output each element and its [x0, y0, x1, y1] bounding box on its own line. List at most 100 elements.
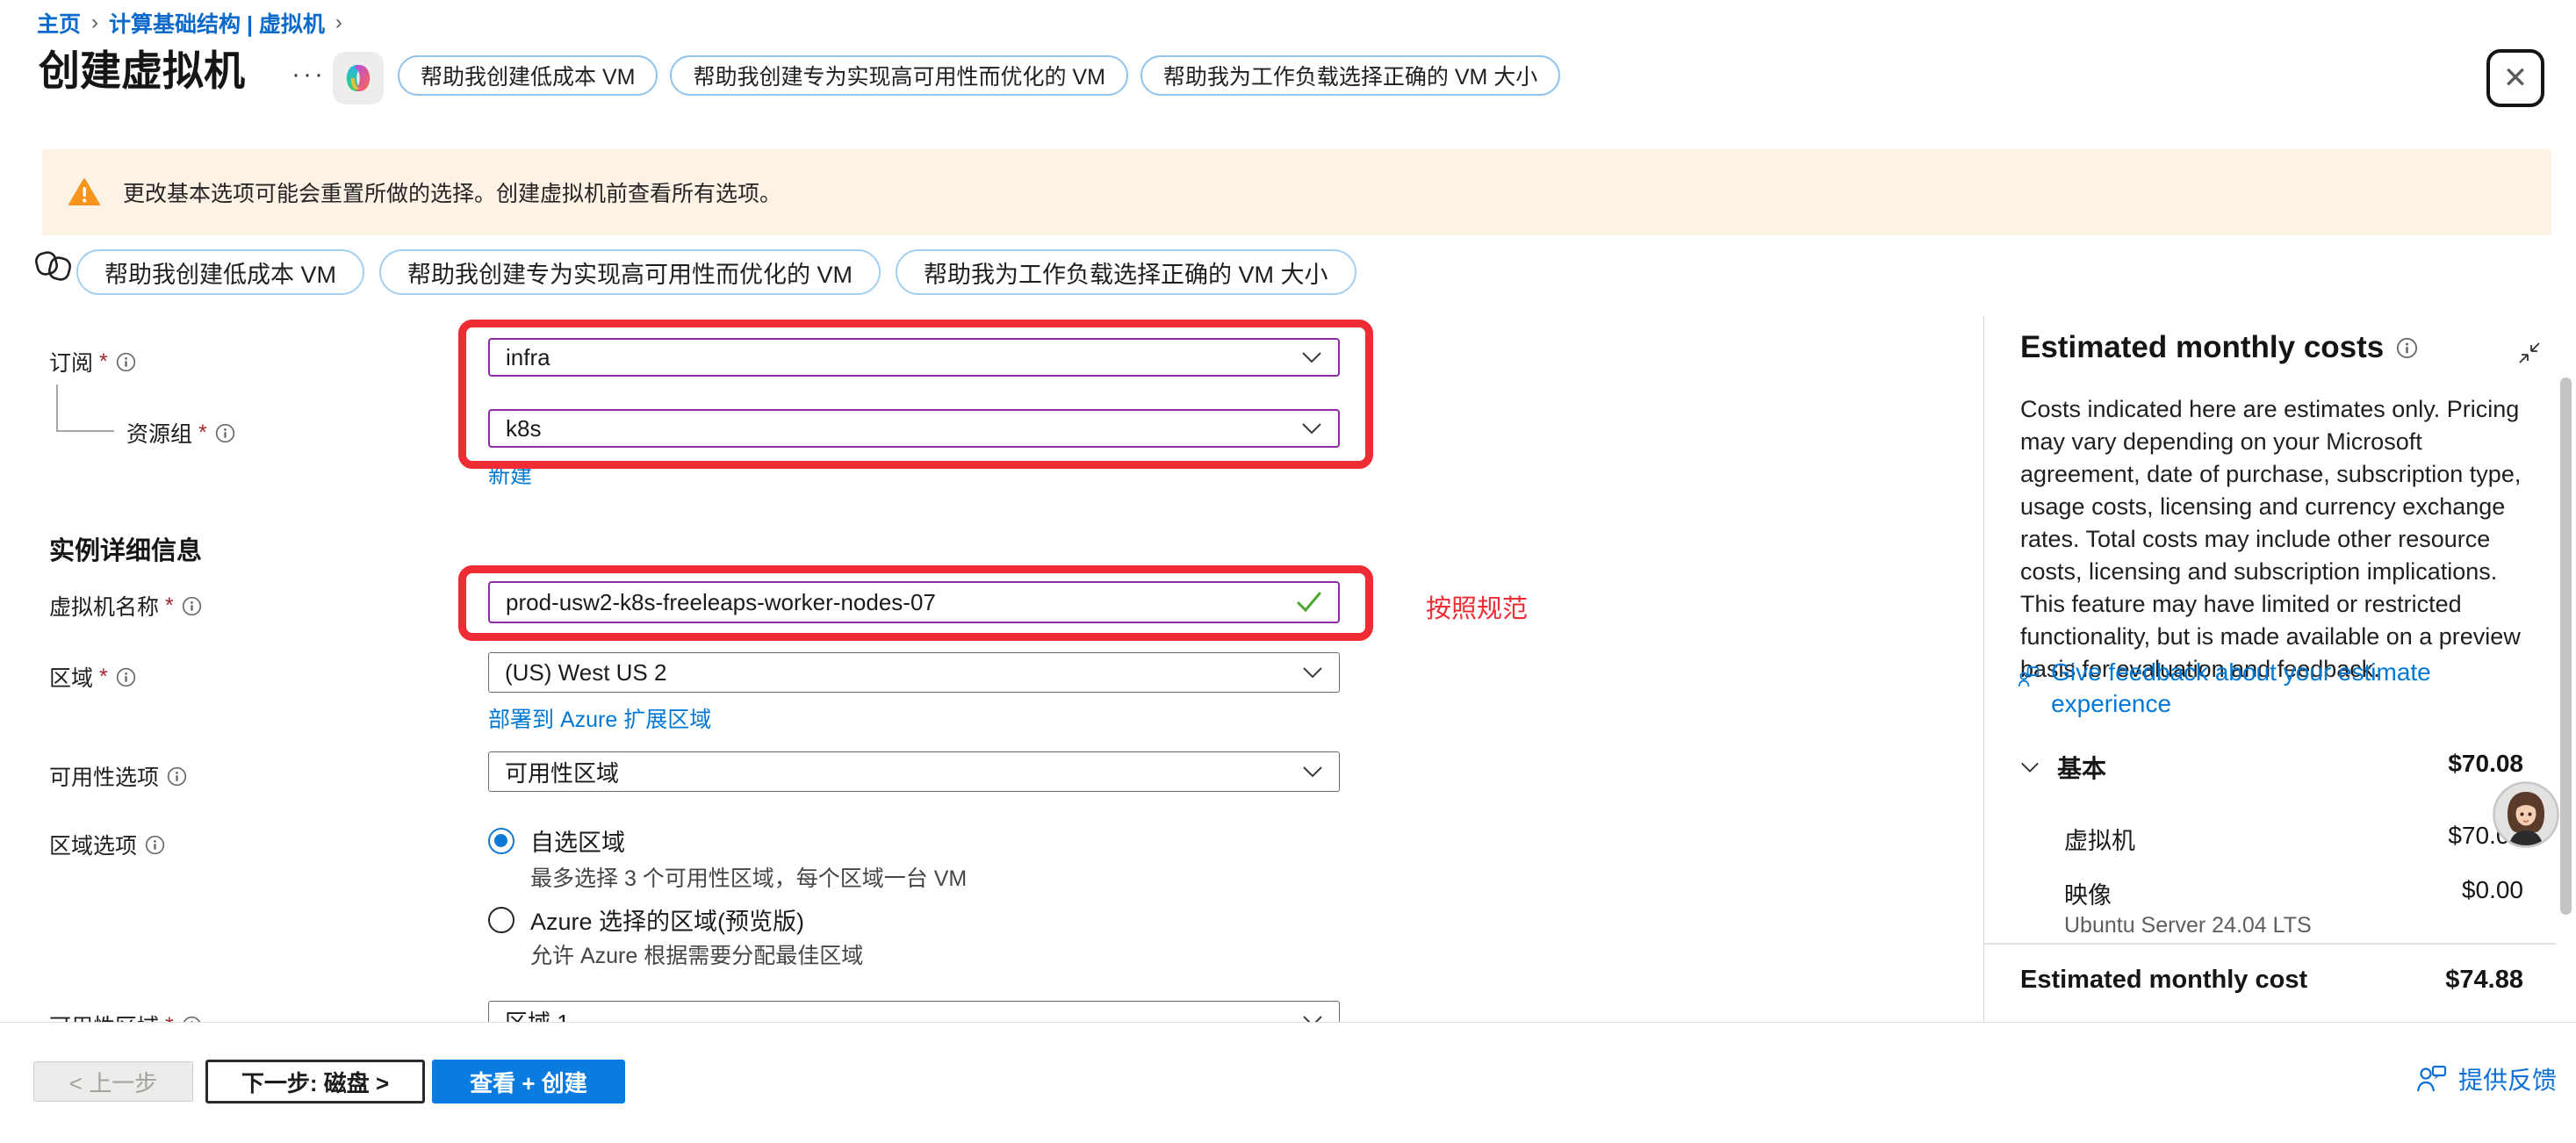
give-feedback-link[interactable]: 提供反馈 — [2416, 1061, 2557, 1096]
info-icon[interactable] — [116, 352, 136, 372]
copilot-suggestions-top: 帮助我创建低成本 VM 帮助我创建专为实现高可用性而优化的 VM 帮助我为工作负… — [398, 55, 1560, 96]
zone-option-self-select-radio[interactable]: 自选区域 — [488, 823, 625, 858]
zone-option1-title: 自选区域 — [530, 823, 625, 858]
availability-options-value: 可用性区域 — [505, 756, 619, 788]
resource-group-label: 资源组* — [126, 417, 235, 449]
copilot-icon — [341, 61, 376, 96]
cost-panel-title: Estimated monthly costs — [2020, 330, 2384, 365]
suggestion-high-availability-vm[interactable]: 帮助我创建专为实现高可用性而优化的 VM — [670, 55, 1127, 96]
main-content: 主页 › 计算基础结构 | 虚拟机 › 创建虚拟机 ··· 帮助我创建低成本 V… — [0, 0, 2576, 1022]
estimate-feedback-text: Give feedback about your estimate experi… — [2051, 657, 2508, 720]
footer-bar: < 上一步 下一步: 磁盘 > 查看 + 创建 提供反馈 — [0, 1022, 2576, 1143]
zone-option2-description: 允许 Azure 根据需要分配最佳区域 — [530, 938, 863, 970]
region-value: (US) West US 2 — [505, 659, 666, 687]
zone-option1-description: 最多选择 3 个可用性区域，每个区域一台 VM — [530, 861, 967, 893]
chevron-down-icon — [1301, 351, 1322, 363]
chevron-down-icon — [2020, 761, 2040, 773]
info-icon[interactable] — [182, 596, 202, 616]
cost-group-label: 基本 — [2057, 750, 2106, 785]
breadcrumb: 主页 › 计算基础结构 | 虚拟机 › — [37, 7, 342, 39]
availability-zone-select[interactable]: 区域 1 — [488, 1001, 1340, 1022]
estimated-costs-panel: Estimated monthly costs Costs indicated … — [1983, 316, 2555, 1022]
review-create-button[interactable]: 查看 + 创建 — [432, 1060, 625, 1103]
valid-check-icon — [1296, 591, 1322, 614]
create-vm-page: 主页 › 计算基础结构 | 虚拟机 › 创建虚拟机 ··· 帮助我创建低成本 V… — [0, 0, 2576, 1143]
cost-item-label: 映像 — [2064, 876, 2112, 910]
give-feedback-text: 提供反馈 — [2458, 1061, 2557, 1096]
required-asterisk: * — [165, 593, 174, 619]
availability-zone-label: 可用性区域 * — [49, 1010, 202, 1022]
vm-name-input[interactable]: prod-usw2-k8s-freeleaps-worker-nodes-07 — [488, 581, 1340, 623]
suggestion-low-cost-vm[interactable]: 帮助我创建低成本 VM — [398, 55, 658, 96]
availability-zone-label-text: 可用性区域 — [49, 1010, 159, 1022]
breadcrumb-section[interactable]: 计算基础结构 | 虚拟机 — [109, 7, 325, 39]
suggestion-high-availability-vm[interactable]: 帮助我创建专为实现高可用性而优化的 VM — [379, 249, 881, 295]
more-menu-button[interactable]: ··· — [291, 60, 326, 90]
info-icon[interactable] — [215, 423, 235, 443]
suggestion-low-cost-vm[interactable]: 帮助我创建低成本 VM — [76, 249, 364, 295]
zone-options-label-text: 区域选项 — [49, 829, 137, 860]
copilot-button[interactable] — [333, 52, 384, 104]
vm-name-label-text: 虚拟机名称 — [49, 590, 159, 622]
availability-options-label-text: 可用性选项 — [49, 760, 159, 792]
chevron-down-icon — [1302, 766, 1323, 778]
warning-icon — [68, 177, 100, 207]
required-asterisk: * — [165, 1013, 174, 1023]
cost-item-label: 虚拟机 — [2064, 822, 2135, 856]
annotation-note: 按照规范 — [1426, 588, 1528, 625]
collapse-panel-icon[interactable] — [2517, 341, 2542, 365]
availability-options-label: 可用性选项 — [49, 760, 187, 792]
region-select[interactable]: (US) West US 2 — [488, 652, 1340, 693]
resource-group-connector — [56, 385, 58, 432]
previous-step-button[interactable]: < 上一步 — [33, 1061, 193, 1102]
suggestion-right-vm-size[interactable]: 帮助我为工作负载选择正确的 VM 大小 — [1140, 55, 1560, 96]
cost-item-amount: $0.00 — [2462, 876, 2523, 904]
cost-item-subtext: Ubuntu Server 24.04 LTS — [2064, 913, 2312, 938]
vm-name-value: prod-usw2-k8s-freeleaps-worker-nodes-07 — [506, 589, 936, 616]
zone-option-azure-select-radio[interactable]: Azure 选择的区域(预览版) — [488, 902, 804, 937]
resource-group-select[interactable]: k8s — [488, 409, 1340, 448]
next-step-disks-button[interactable]: 下一步: 磁盘 > — [205, 1060, 425, 1103]
radio-unselected-icon — [488, 907, 514, 933]
create-new-resource-group-link[interactable]: 新建 — [488, 458, 532, 490]
page-scrollbar[interactable] — [2560, 377, 2572, 915]
info-icon[interactable] — [167, 766, 187, 787]
copilot-outline-icon — [32, 246, 76, 286]
estimate-feedback-link[interactable]: Give feedback about your estimate experi… — [2017, 657, 2508, 720]
required-asterisk: * — [198, 421, 207, 446]
breadcrumb-home[interactable]: 主页 — [37, 7, 81, 39]
resource-group-connector — [56, 430, 114, 432]
warning-text: 更改基本选项可能会重置所做的选择。创建虚拟机前查看所有选项。 — [123, 176, 781, 208]
subscription-value: infra — [506, 344, 550, 371]
info-icon[interactable] — [116, 667, 136, 687]
chevron-down-icon — [1301, 422, 1322, 435]
zone-options-label: 区域选项 — [49, 829, 165, 860]
info-icon[interactable] — [2396, 337, 2418, 359]
resource-group-value: k8s — [506, 415, 541, 442]
deploy-edge-zone-link[interactable]: 部署到 Azure 扩展区域 — [488, 702, 711, 734]
total-cost-label: Estimated monthly cost — [2020, 966, 2307, 995]
cost-disclaimer-text: Costs indicated here are estimates only.… — [2020, 393, 2522, 686]
required-asterisk: * — [99, 665, 108, 690]
zone-option2-title: Azure 选择的区域(预览版) — [530, 902, 804, 937]
availability-zone-value: 区域 1 — [505, 1005, 570, 1023]
vm-name-label: 虚拟机名称* — [49, 590, 202, 622]
presenter-avatar[interactable] — [2493, 781, 2559, 848]
info-icon[interactable] — [182, 1016, 202, 1023]
feedback-person-icon — [2416, 1065, 2448, 1093]
availability-options-select[interactable]: 可用性区域 — [488, 751, 1340, 792]
required-asterisk: * — [99, 349, 108, 375]
instance-details-section-title: 实例详细信息 — [49, 530, 202, 567]
subscription-label-text: 订阅 — [49, 346, 93, 377]
info-icon[interactable] — [145, 835, 165, 855]
breadcrumb-separator: › — [91, 11, 98, 35]
subscription-select[interactable]: infra — [488, 338, 1340, 377]
cost-group-basic[interactable]: 基本 — [2020, 750, 2106, 785]
feedback-icon — [2017, 664, 2040, 690]
subscription-label: 订阅* — [49, 346, 136, 377]
cost-panel-header: Estimated monthly costs — [2020, 330, 2418, 365]
chevron-down-icon — [1302, 666, 1323, 679]
suggestion-right-vm-size[interactable]: 帮助我为工作负载选择正确的 VM 大小 — [896, 249, 1356, 295]
cost-group-amount: $70.08 — [2448, 750, 2523, 778]
close-button[interactable]: ✕ — [2486, 49, 2544, 107]
